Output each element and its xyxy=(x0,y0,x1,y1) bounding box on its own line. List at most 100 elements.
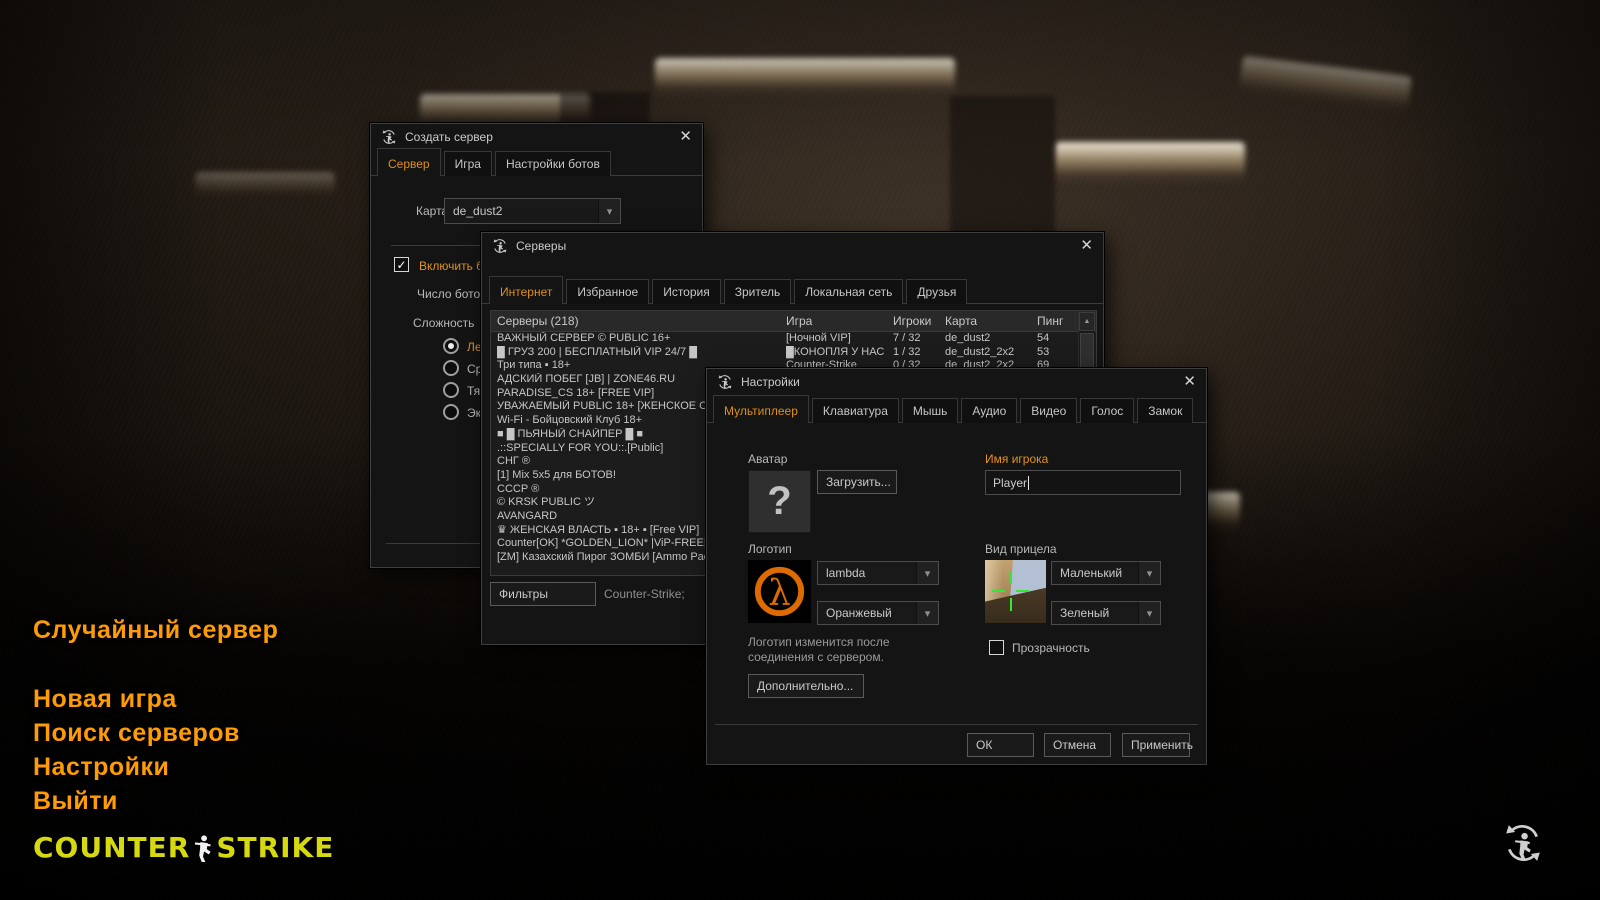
counter-strike-logo: COUNTER STRIKE xyxy=(33,831,334,864)
logo-label: Логотип xyxy=(748,542,792,556)
settings-window: Настройки ✕ Мультиплеер Клавиатура Мышь … xyxy=(706,368,1207,765)
soldier-icon xyxy=(192,834,214,862)
logo-color-dropdown[interactable]: Оранжевый ▾ xyxy=(817,601,939,625)
text-cursor xyxy=(1028,476,1029,490)
crosshair-bottom-line xyxy=(1010,598,1012,611)
tab-audio[interactable]: Аудио xyxy=(961,398,1017,423)
column-header-players[interactable]: Игроки xyxy=(887,314,939,328)
spray-logo-preview: λ xyxy=(748,560,811,623)
cancel-button[interactable]: Отмена xyxy=(1044,733,1111,757)
tab-video[interactable]: Видео xyxy=(1020,398,1077,423)
difficulty-radio-expert[interactable] xyxy=(443,404,459,420)
column-header-ping[interactable]: Пинг xyxy=(1031,314,1077,328)
window-title: Настройки xyxy=(741,375,800,389)
cs-emblem-icon xyxy=(1502,822,1544,864)
server-game-cell: █КОНОПЛЯ У НАС █ xyxy=(780,346,887,360)
tab-lock[interactable]: Замок xyxy=(1137,398,1193,423)
close-icon[interactable]: ✕ xyxy=(1183,374,1196,389)
tab-history[interactable]: История xyxy=(652,279,721,304)
tab-spectate[interactable]: Зритель xyxy=(724,279,792,304)
tab-lan[interactable]: Локальная сеть xyxy=(794,279,903,304)
scrollbar-thumb[interactable] xyxy=(1080,333,1094,371)
crosshair-size-value: Маленький xyxy=(1060,566,1122,580)
server-players-cell: 1 / 32 xyxy=(887,346,939,360)
tab-bot-settings[interactable]: Настройки ботов xyxy=(495,151,611,176)
filters-button[interactable]: Фильтры xyxy=(490,582,596,606)
crosshair-color-value: Зеленый xyxy=(1060,606,1109,620)
crosshair-label: Вид прицела xyxy=(985,542,1057,556)
menu-item-find-servers[interactable]: Поиск серверов xyxy=(33,719,240,748)
server-row[interactable]: ВАЖНЫЙ СЕРВЕР © PUBLIC 16+ [Ночной VIP] … xyxy=(491,332,1096,346)
server-game-cell: [Ночной VIP] xyxy=(780,332,887,346)
avatar-label: Аватар xyxy=(748,452,787,466)
server-ping-cell: 54 xyxy=(1031,332,1077,346)
tab-multiplayer[interactable]: Мультиплеер xyxy=(713,395,809,423)
crosshair-preview xyxy=(985,560,1046,623)
column-header-servers[interactable]: Серверы (218) xyxy=(491,314,780,328)
advanced-button[interactable]: Дополнительно... xyxy=(748,674,864,698)
logo-counter-text: COUNTER xyxy=(33,831,190,864)
column-header-game[interactable]: Игра xyxy=(780,314,887,328)
difficulty-label: Сложность xyxy=(413,316,474,330)
crosshair-right-line xyxy=(1016,590,1029,592)
tab-mouse[interactable]: Мышь xyxy=(902,398,959,423)
logo-dropdown-value: lambda xyxy=(826,566,865,580)
logo-note-text: Логотип изменится после соединения с сер… xyxy=(748,635,948,665)
player-name-input[interactable]: Player xyxy=(985,470,1181,495)
tab-server[interactable]: Сервер xyxy=(377,148,441,176)
server-row[interactable]: █ ГРУЗ 200 | БЕСПЛАТНЫЙ VIP 24/7 █ █КОНО… xyxy=(491,346,1096,360)
chevron-down-icon: ▾ xyxy=(916,562,938,584)
cs-window-icon xyxy=(717,374,733,390)
menu-item-new-game[interactable]: Новая игра xyxy=(33,685,177,714)
server-list-header: Серверы (218) Игра Игроки Карта Пинг xyxy=(491,311,1096,332)
window-title: Создать сервер xyxy=(405,130,493,144)
chevron-down-icon: ▾ xyxy=(916,602,938,624)
enable-bots-checkbox[interactable]: ✓ xyxy=(394,257,409,272)
transparency-checkbox[interactable] xyxy=(989,640,1004,655)
upload-avatar-button[interactable]: Загрузить... xyxy=(817,470,897,494)
crosshair-left-line xyxy=(992,590,1005,592)
crosshair-top-line xyxy=(1010,571,1012,584)
column-header-map[interactable]: Карта xyxy=(939,314,1031,328)
server-name-cell: ВАЖНЫЙ СЕРВЕР © PUBLIC 16+ xyxy=(491,332,780,346)
crosshair-color-dropdown[interactable]: Зеленый ▾ xyxy=(1051,601,1161,625)
player-name-label: Имя игрока xyxy=(985,452,1048,466)
difficulty-radio-medium[interactable] xyxy=(443,360,459,376)
chevron-down-icon: ▾ xyxy=(1138,562,1160,584)
scroll-up-icon[interactable]: ▲ xyxy=(1079,312,1095,331)
apply-button[interactable]: Применить xyxy=(1122,733,1190,757)
close-icon[interactable]: ✕ xyxy=(1080,238,1093,253)
menu-item-quit[interactable]: Выйти xyxy=(33,787,118,816)
create-server-titlebar[interactable]: Создать сервер xyxy=(371,124,702,150)
tab-game[interactable]: Игра xyxy=(444,151,492,176)
window-title: Серверы xyxy=(516,239,566,253)
map-dropdown[interactable]: de_dust2 ▾ xyxy=(444,198,621,224)
crosshair-size-dropdown[interactable]: Маленький ▾ xyxy=(1051,561,1161,585)
menu-item-settings[interactable]: Настройки xyxy=(33,753,169,782)
cs-window-icon xyxy=(492,238,508,254)
server-map-cell: de_dust2 xyxy=(939,332,1031,346)
cs-window-icon xyxy=(381,129,397,145)
settings-titlebar[interactable]: Настройки xyxy=(707,369,1206,395)
difficulty-radio-hard[interactable] xyxy=(443,382,459,398)
desktop: Случайный сервер Новая игра Поиск сервер… xyxy=(0,0,1600,900)
server-players-cell: 7 / 32 xyxy=(887,332,939,346)
menu-item-random-server[interactable]: Случайный сервер xyxy=(33,616,278,645)
tab-internet[interactable]: Интернет xyxy=(489,276,563,304)
lambda-glyph: λ xyxy=(768,572,790,613)
logo-dropdown[interactable]: lambda ▾ xyxy=(817,561,939,585)
difficulty-radio-easy[interactable] xyxy=(443,338,459,354)
filter-criteria-text: Counter-Strike; xyxy=(604,587,685,601)
close-icon[interactable]: ✕ xyxy=(679,129,692,144)
map-dropdown-value: de_dust2 xyxy=(453,204,502,218)
server-name-cell: █ ГРУЗ 200 | БЕСПЛАТНЫЙ VIP 24/7 █ xyxy=(491,346,780,360)
chevron-down-icon: ▾ xyxy=(1138,602,1160,624)
ok-button[interactable]: ОК xyxy=(967,733,1034,757)
logo-strike-text: STRIKE xyxy=(216,831,334,864)
tab-favorites[interactable]: Избранное xyxy=(566,279,649,304)
tab-voice[interactable]: Голос xyxy=(1080,398,1134,423)
tab-friends[interactable]: Друзья xyxy=(906,279,967,304)
tab-keyboard[interactable]: Клавиатура xyxy=(812,398,899,423)
servers-titlebar[interactable]: Серверы xyxy=(482,233,1103,259)
avatar[interactable]: ? xyxy=(748,470,811,533)
